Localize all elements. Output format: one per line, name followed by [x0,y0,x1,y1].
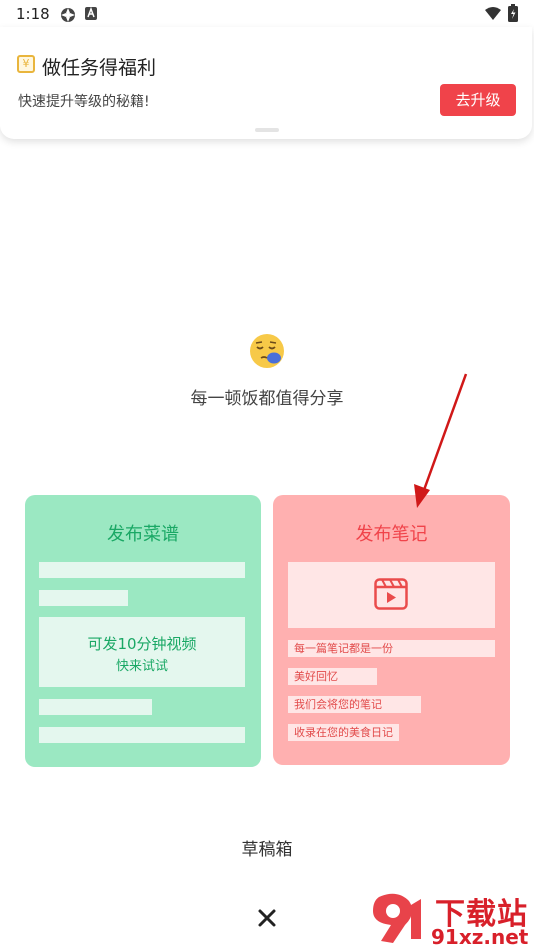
sleepy-face-icon [250,334,284,368]
publish-note-title: 发布笔记 [355,524,428,545]
status-time: 1:18 [16,5,50,23]
publish-note-card[interactable]: 发布笔记 每一篇笔记都是一份 美好回忆 我们会将您的笔记 收录在您的美食日记 [273,495,510,765]
upgrade-button[interactable]: 去升级 [440,84,516,116]
video-promo-line1: 可发10分钟视频 [87,635,197,653]
placeholder-line [39,590,128,606]
placeholder-line [39,699,152,715]
video-placeholder [288,562,495,628]
tagline: 每一顿饭都值得分享 [190,389,344,409]
watermark-logo-icon [373,893,421,943]
placeholder-line [39,727,245,743]
publish-recipe-title: 发布菜谱 [107,524,179,545]
video-promo-box: 可发10分钟视频 快来试试 [39,617,245,687]
settings-icon [61,8,75,22]
battery-icon [508,4,518,22]
notification-title: 做任务得福利 [42,57,157,79]
annotation-arrow [414,373,468,508]
notification-subtitle: 快速提升等级的秘籍! [18,94,150,110]
note-line: 每一篇笔记都是一份 [288,640,495,657]
note-line: 我们会将您的笔记 [288,696,421,713]
publish-recipe-card[interactable]: 发布菜谱 可发10分钟视频 快来试试 [25,495,261,767]
coin-icon: ¥ [17,55,35,73]
note-line: 收录在您的美食日记 [288,724,399,741]
drafts-button[interactable]: 草稿箱 [0,835,534,860]
watermark: 下载站 91xz.net [365,885,534,950]
video-promo-line2: 快来试试 [115,659,168,674]
wifi-icon [485,7,501,20]
note-line: 美好回忆 [288,668,377,685]
app-notification-icon [85,6,97,20]
placeholder-line [39,562,245,578]
drag-handle[interactable] [255,128,279,132]
watermark-url: 91xz.net [431,925,529,949]
video-clip-icon [374,578,408,610]
task-notification[interactable]: ¥ 做任务得福利 快速提升等级的秘籍! 去升级 [0,27,532,139]
status-bar: 1:18 [0,0,534,28]
close-icon[interactable] [254,905,280,931]
